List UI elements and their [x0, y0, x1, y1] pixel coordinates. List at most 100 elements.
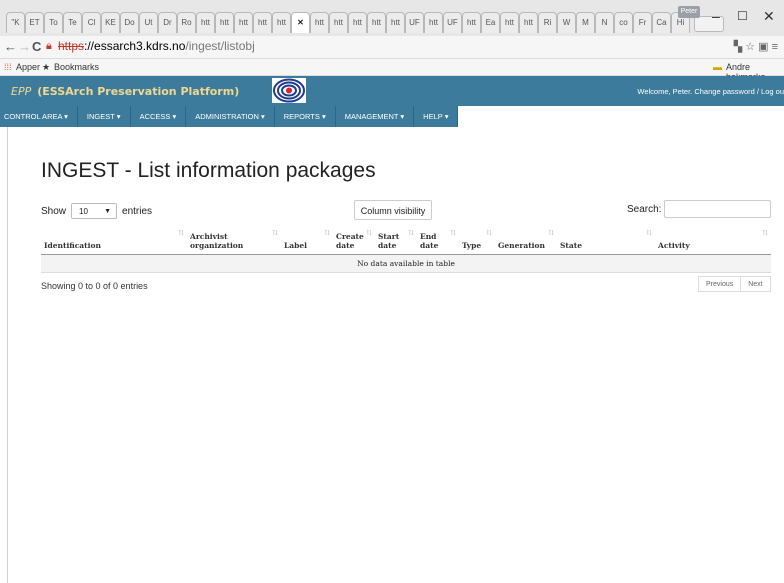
browser-tab[interactable]: Ca	[652, 12, 671, 33]
app-abbrev: EPP	[11, 85, 32, 98]
next-button[interactable]: Next	[741, 276, 771, 292]
app-title: EPP (ESSArch Preservation Platform)	[11, 85, 239, 98]
back-icon[interactable]: ←	[4, 39, 17, 54]
main-menu: CONTROL AREA ▾ INGEST ▾ ACCESS ▾ ADMINISTRA…	[0, 106, 459, 127]
browser-tab[interactable]: htt	[462, 12, 481, 33]
browser-tab[interactable]: ET	[25, 12, 44, 33]
apps-icon[interactable]: ⁞⁞⁞	[4, 62, 12, 72]
column-header[interactable]: Identification ⇅	[41, 226, 187, 255]
column-header[interactable]: Generation ⇅	[495, 226, 557, 255]
column-header[interactable]: Type ⇅	[459, 226, 495, 255]
menu-item[interactable]: MANAGEMENT ▾	[336, 106, 415, 127]
column-header[interactable]: Label ⇅	[281, 226, 333, 255]
column-header-label: End date	[420, 232, 439, 250]
column-header[interactable]: Archivist organization ⇅	[187, 226, 281, 255]
browser-tab[interactable]: htt	[310, 12, 329, 33]
browser-tab[interactable]: htt	[519, 12, 538, 33]
minimize-icon[interactable]: –	[712, 8, 720, 24]
browser-tab[interactable]: UF	[405, 12, 424, 33]
menu-item[interactable]: ADMINISTRATION ▾	[186, 106, 275, 127]
browser-tab[interactable]: htt	[500, 12, 519, 33]
browser-tab[interactable]: "K	[6, 12, 25, 33]
menu-item[interactable]: REPORTS ▾	[275, 106, 336, 127]
url-path: /ingest/listobj	[185, 39, 255, 53]
browser-tab[interactable]: co	[614, 12, 633, 33]
browser-tab[interactable]: Te	[63, 12, 82, 33]
bookmark-bookmarks[interactable]: Bookmarks	[54, 62, 99, 72]
sort-icon: ⇅	[450, 229, 456, 237]
length-control: Show 10 ▼ entries	[41, 203, 152, 219]
menu-item[interactable]: INGEST ▾	[78, 106, 131, 127]
sort-icon: ⇅	[178, 229, 184, 237]
browser-tab[interactable]: Fr	[633, 12, 652, 33]
browser-tab[interactable]: Ea	[481, 12, 500, 33]
sort-icon: ⇅	[762, 229, 768, 237]
browser-tab[interactable]: N	[595, 12, 614, 33]
reload-icon[interactable]: C	[32, 39, 41, 54]
search-label: Search:	[627, 204, 662, 215]
column-header[interactable]: Start date ⇅	[375, 226, 417, 255]
browser-tab[interactable]: htt	[253, 12, 272, 33]
column-header[interactable]: End date ⇅	[417, 226, 459, 255]
column-header-label: Identification	[44, 241, 101, 250]
browser-tab[interactable]: KE	[101, 12, 120, 33]
pagination: Previous Next	[698, 276, 771, 292]
browser-tab-strip: "K ET To Te Cl KE Do Ut Dr Ro htt htt htt htt htt ✕ htt h…	[0, 0, 784, 36]
tab-list: "K ET To Te Cl KE Do Ut Dr Ro htt htt htt htt htt ✕ htt h…	[6, 12, 724, 34]
app-header: EPP (ESSArch Preservation Platform) Welco…	[0, 76, 784, 106]
welcome-text[interactable]: Welcome, Peter. Change password / Log ou	[637, 87, 784, 96]
browser-tab[interactable]: W	[557, 12, 576, 33]
close-window-icon[interactable]: ✕	[763, 8, 775, 25]
browser-tab[interactable]: Ri	[538, 12, 557, 33]
browser-tab[interactable]: Cl	[82, 12, 101, 33]
maximize-icon[interactable]: ☐	[737, 9, 748, 23]
url-scheme: https	[58, 39, 85, 53]
forward-icon[interactable]: →	[18, 39, 31, 54]
column-header[interactable]: State ⇅	[557, 226, 655, 255]
browser-tab[interactable]: Ro	[177, 12, 196, 33]
browser-tab[interactable]: Do	[120, 12, 139, 33]
browser-tab[interactable]: htt	[424, 12, 443, 33]
browser-tab[interactable]: htt	[272, 12, 291, 33]
sort-icon: ⇅	[272, 229, 278, 237]
browser-tab[interactable]: Ut	[139, 12, 158, 33]
browser-tab[interactable]: htt	[367, 12, 386, 33]
browser-tab[interactable]: To	[44, 12, 63, 33]
browser-tab[interactable]: Dr	[158, 12, 177, 33]
browser-tab[interactable]: htt	[348, 12, 367, 33]
table-row: No data available in table	[41, 254, 771, 273]
browser-tab[interactable]: ✕	[291, 12, 310, 33]
content-divider	[7, 127, 8, 583]
table-header-row: Identification ⇅ Archivist organization ⇅ La…	[41, 226, 771, 255]
menu-item[interactable]: CONTROL AREA ▾	[0, 106, 78, 127]
sort-icon: ⇅	[646, 229, 652, 237]
browser-tab[interactable]: htt	[196, 12, 215, 33]
sort-icon: ⇅	[548, 229, 554, 237]
url-host: ://essarch3.kdrs.no	[84, 39, 186, 53]
browser-tab[interactable]: htt	[386, 12, 405, 33]
app-name: (ESSArch Preservation Platform)	[37, 85, 240, 98]
search-input[interactable]	[664, 200, 771, 218]
menu-item[interactable]: HELP ▾	[414, 106, 459, 127]
column-header-label: Label	[284, 241, 307, 250]
browser-tab[interactable]: htt	[329, 12, 348, 33]
browser-tab[interactable]: htt	[234, 12, 253, 33]
insecure-lock-icon[interactable]: 🔒︎	[46, 40, 52, 53]
column-header[interactable]: Activity ⇅	[655, 226, 771, 255]
column-header-label: Type	[462, 241, 482, 250]
bookmark-apps[interactable]: Apper	[16, 62, 40, 72]
address-bar[interactable]: https://essarch3.kdrs.no/ingest/listobj	[58, 39, 255, 53]
previous-button[interactable]: Previous	[698, 276, 742, 292]
column-header-label: Start date	[378, 232, 400, 250]
menu-item[interactable]: ACCESS ▾	[131, 106, 187, 127]
column-header-label: Archivist organization	[190, 232, 244, 250]
browser-tab[interactable]: htt	[215, 12, 234, 33]
browser-tab[interactable]: M	[576, 12, 595, 33]
column-visibility-button[interactable]: Column visibility	[354, 200, 432, 220]
browser-tab[interactable]: UF	[443, 12, 462, 33]
profile-badge[interactable]: Peter	[678, 6, 700, 18]
browser-toolbar: ← → C 🔒︎ https://essarch3.kdrs.no/ingest…	[0, 36, 784, 59]
column-header[interactable]: Create date ⇅	[333, 226, 375, 255]
extensions-icons[interactable]: ▚ ☆ ▣ ≡	[734, 40, 778, 53]
entries-select[interactable]: 10 ▼	[71, 203, 118, 219]
